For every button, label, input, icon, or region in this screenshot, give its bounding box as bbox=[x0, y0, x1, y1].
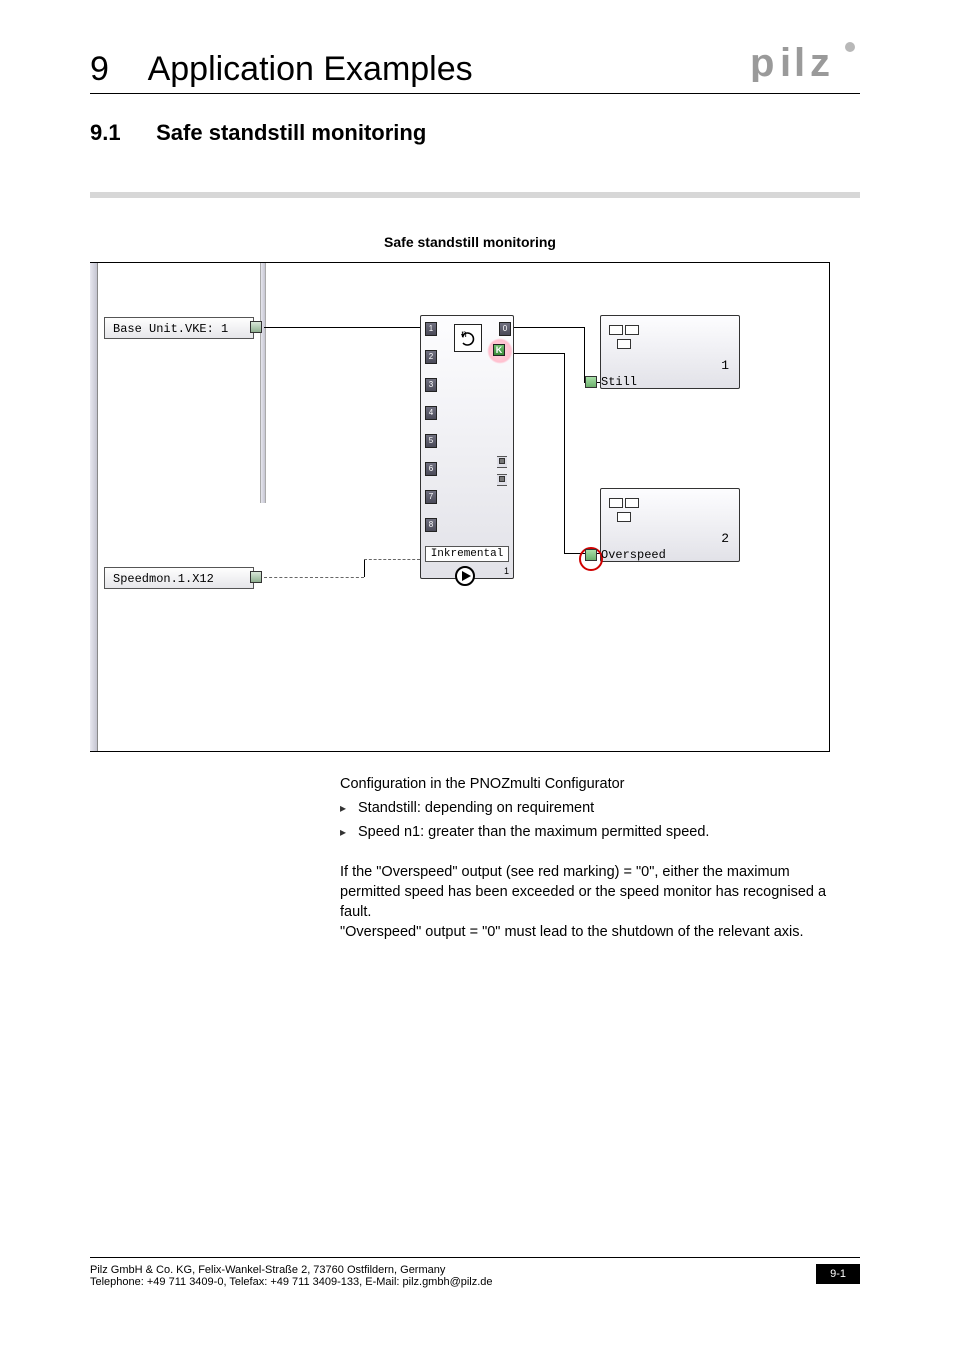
input-label: Speedmon.1.X12 bbox=[113, 572, 214, 586]
pin-icon: 2 bbox=[425, 350, 437, 364]
pilz-logo-icon: p i l z bbox=[750, 40, 860, 82]
chapter-number: 9 bbox=[90, 50, 140, 89]
bullet-text: Standstill: depending on requirement bbox=[358, 798, 594, 818]
footer-line: Pilz GmbH & Co. KG, Felix-Wankel-Straße … bbox=[90, 1264, 493, 1276]
divider-bar bbox=[90, 192, 860, 198]
section-title: Safe standstill monitoring bbox=[156, 120, 426, 145]
brand-logo: p i l z bbox=[750, 40, 860, 89]
pin-icon: 7 bbox=[425, 490, 437, 504]
page-number-badge: 9-1 bbox=[816, 1264, 860, 1284]
pin-icon: 3 bbox=[425, 378, 437, 392]
box-icon bbox=[617, 339, 631, 349]
arrow-icon bbox=[609, 325, 623, 335]
port-icon bbox=[250, 321, 262, 333]
function-block-label: Inkremental bbox=[425, 546, 509, 562]
k-port-icon: K bbox=[493, 344, 505, 356]
output-label: Still bbox=[597, 375, 637, 389]
scroll-rail-left bbox=[90, 263, 98, 751]
box-icon bbox=[617, 512, 631, 522]
svg-text:i: i bbox=[780, 41, 791, 82]
input-block-speedmon: Speedmon.1.X12 bbox=[104, 567, 254, 589]
bullet-item: ▸ Speed n1: greater than the maximum per… bbox=[340, 822, 850, 842]
svg-text:p: p bbox=[750, 41, 774, 82]
configurator-diagram: Base Unit.VKE: 1 Speedmon.1.X12 1 0 n K … bbox=[90, 262, 830, 752]
output-block-still: 1 Still bbox=[600, 315, 740, 389]
wire bbox=[364, 559, 365, 577]
wire bbox=[514, 353, 564, 354]
bullet-icon: ▸ bbox=[340, 822, 358, 842]
pin-icon: 4 bbox=[425, 406, 437, 420]
rotation-icon: n bbox=[454, 324, 482, 352]
output-number: 1 bbox=[721, 358, 729, 373]
output-label: Overspeed bbox=[597, 548, 666, 562]
input-block-base-unit: Base Unit.VKE: 1 bbox=[104, 317, 254, 339]
slider-knob-icon bbox=[499, 476, 505, 482]
output-block-overspeed: 2 Overspeed bbox=[600, 488, 740, 562]
svg-text:z: z bbox=[810, 41, 830, 82]
wire-dashed bbox=[264, 577, 364, 578]
footer-address: Pilz GmbH & Co. KG, Felix-Wankel-Straße … bbox=[90, 1264, 493, 1288]
scroll-rail-mid bbox=[260, 263, 266, 503]
play-icon bbox=[455, 566, 475, 586]
bullet-item: ▸ Standstill: depending on requirement bbox=[340, 798, 850, 818]
section-heading: 9.1 Safe standstill monitoring bbox=[90, 120, 860, 146]
section-number: 9.1 bbox=[90, 120, 150, 146]
box-icon bbox=[625, 498, 639, 508]
paragraph: "Overspeed" output = "0" must lead to th… bbox=[340, 922, 850, 942]
slider-knob-icon bbox=[499, 458, 505, 464]
svg-text:l: l bbox=[794, 41, 805, 82]
chapter-heading: 9 Application Examples bbox=[90, 50, 473, 89]
paragraph: If the "Overspeed" output (see red marki… bbox=[340, 862, 850, 922]
wire bbox=[564, 353, 565, 553]
wire bbox=[514, 327, 584, 328]
page-footer: Pilz GmbH & Co. KG, Felix-Wankel-Straße … bbox=[90, 1257, 860, 1288]
pin-icon: 5 bbox=[425, 434, 437, 448]
wire bbox=[584, 327, 585, 382]
footer-line: Telephone: +49 711 3409-0, Telefax: +49 … bbox=[90, 1276, 493, 1288]
wire bbox=[264, 327, 420, 328]
output-number: 2 bbox=[721, 531, 729, 546]
status-led-icon bbox=[585, 376, 597, 388]
bullet-text: Speed n1: greater than the maximum permi… bbox=[358, 822, 709, 842]
bullet-icon: ▸ bbox=[340, 798, 358, 818]
box-icon bbox=[625, 325, 639, 335]
status-led-icon bbox=[585, 549, 597, 561]
figure-caption: Safe standstill monitoring bbox=[340, 234, 600, 250]
pin-icon: 1 bbox=[425, 322, 437, 336]
port-icon bbox=[250, 571, 262, 583]
index-label: 1 bbox=[504, 566, 509, 576]
arrow-icon bbox=[609, 498, 623, 508]
pin-icon: 6 bbox=[425, 462, 437, 476]
function-block: 1 0 n K 2 3 4 5 6 7 8 Inkremental 1 bbox=[420, 315, 514, 579]
input-label: Base Unit.VKE: 1 bbox=[113, 322, 228, 336]
pin-icon: 8 bbox=[425, 518, 437, 532]
page-header: 9 Application Examples p i l z bbox=[90, 40, 860, 94]
chapter-title: Application Examples bbox=[148, 50, 473, 88]
intro-line: Configuration in the PNOZmulti Configura… bbox=[340, 774, 850, 794]
body-copy: Configuration in the PNOZmulti Configura… bbox=[340, 774, 850, 942]
wire-dashed bbox=[364, 559, 420, 560]
pin-icon: 0 bbox=[499, 322, 511, 336]
